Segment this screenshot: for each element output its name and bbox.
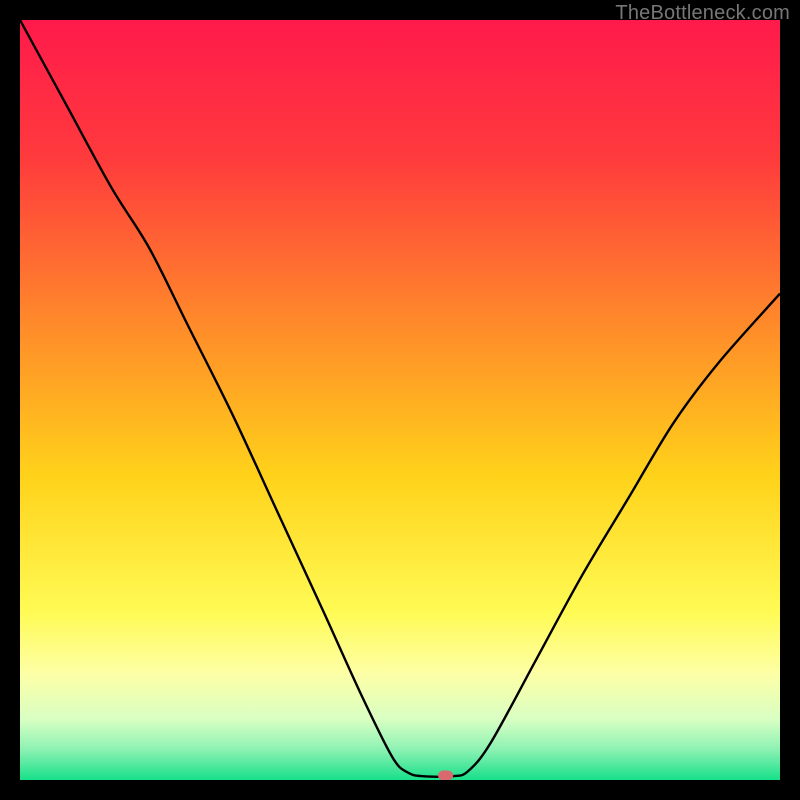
optimal-point-marker <box>438 771 453 781</box>
chart-background <box>20 20 780 780</box>
watermark-text: TheBottleneck.com <box>615 2 790 25</box>
chart-frame: TheBottleneck.com <box>0 0 800 800</box>
bottleneck-chart <box>20 20 780 780</box>
